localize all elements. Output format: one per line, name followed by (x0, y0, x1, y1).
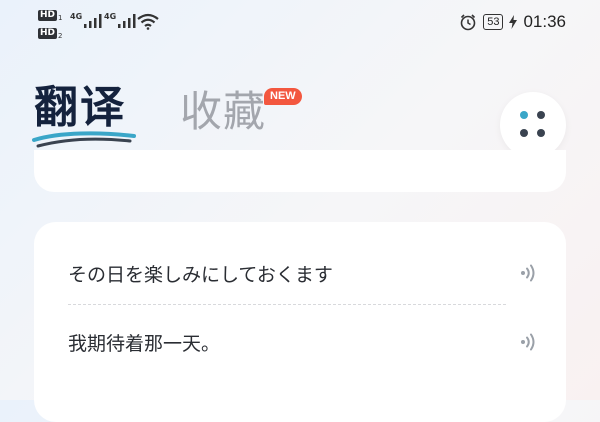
previous-result-card (34, 150, 566, 192)
sim-number-2: 2 (58, 32, 63, 40)
more-options-button[interactable] (500, 92, 566, 158)
charging-bolt-icon (509, 15, 518, 29)
alarm-icon (460, 14, 476, 31)
dots-grid-icon (537, 129, 545, 137)
network-label-1: 4G (70, 12, 83, 21)
network-label-2: 4G (104, 12, 117, 21)
status-bar: HD 1 HD 2 4G 4G 53 01:36 (0, 0, 600, 48)
divider (68, 304, 506, 305)
clock-time: 01:36 (523, 12, 566, 31)
signal-icon (84, 14, 102, 28)
speaker-icon[interactable] (520, 264, 536, 282)
status-right: 53 01:36 (459, 12, 566, 32)
tab-favorites[interactable]: 收藏 (180, 86, 266, 138)
active-tab-underline (32, 131, 136, 148)
target-text-row[interactable]: 我期待着那一天。 (68, 317, 536, 367)
new-badge: NEW (264, 88, 302, 105)
dots-grid-icon (520, 111, 528, 119)
wifi-icon (137, 13, 159, 30)
source-text: その日を楽しみにしておくます (68, 263, 333, 286)
target-text: 我期待着那一天。 (68, 332, 221, 355)
dots-grid-icon (520, 129, 528, 137)
source-text-row[interactable]: その日を楽しみにしておくます (68, 248, 536, 298)
speaker-icon[interactable] (520, 333, 536, 351)
sim-number-1: 1 (58, 14, 63, 22)
hd-badge-2: HD (38, 28, 58, 39)
hd-badge-1: HD (38, 10, 58, 21)
tab-translate[interactable]: 翻译 (34, 82, 126, 134)
dots-grid-icon (537, 111, 545, 119)
translation-result-card: その日を楽しみにしておくます 我期待着那一天。 (34, 222, 566, 422)
battery-indicator: 53 (483, 14, 504, 30)
